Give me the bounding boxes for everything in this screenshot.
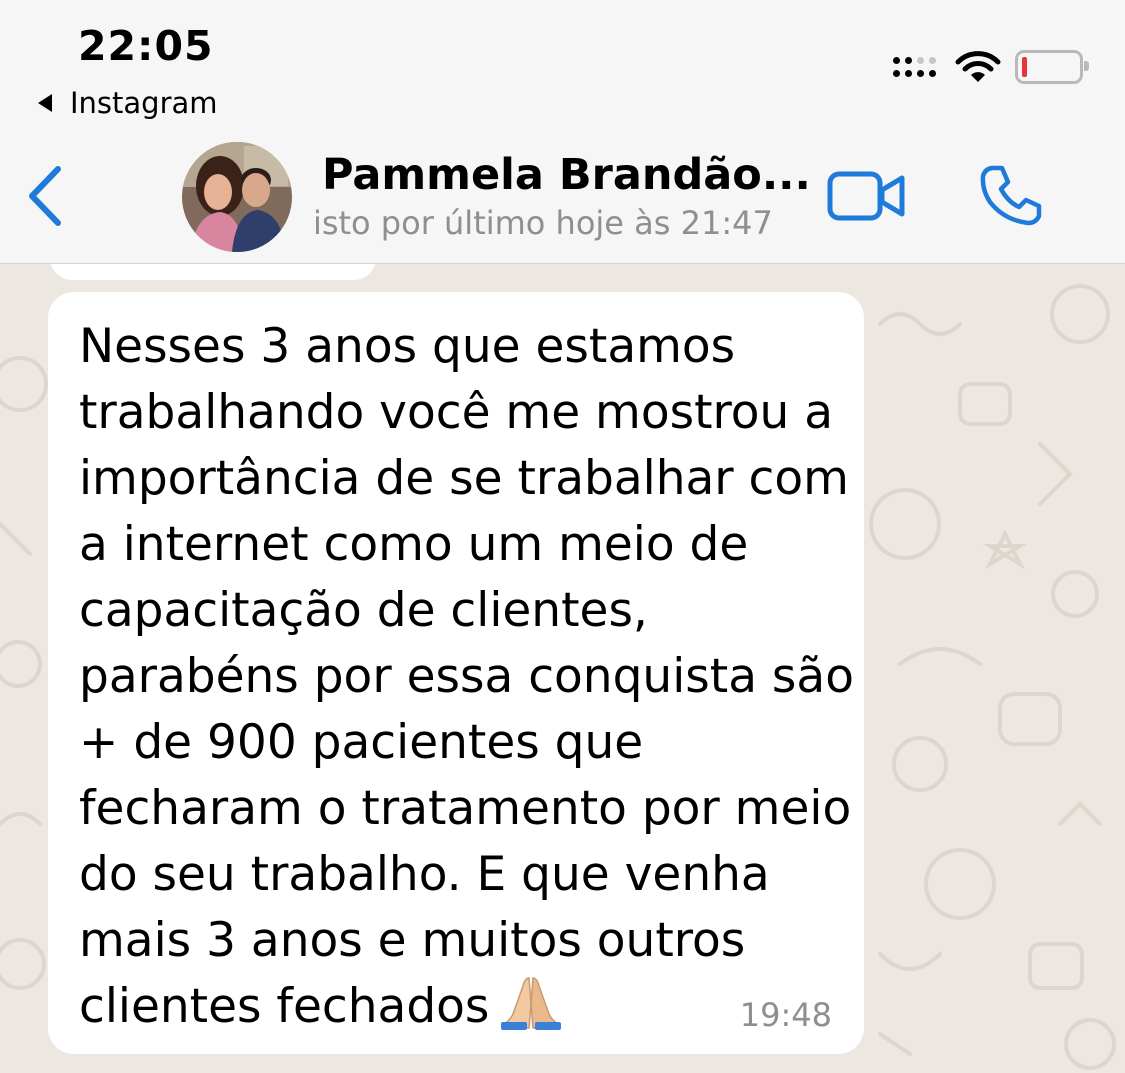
wifi-icon <box>955 51 1001 82</box>
phone-icon[interactable] <box>978 162 1044 228</box>
message-line: fecharam o tratamento por meio <box>79 781 852 836</box>
cellular-signal-icon <box>893 56 937 78</box>
message-line: do seu trabalho. E que venha <box>79 847 770 902</box>
message-line: mais 3 anos e muitos outros <box>79 913 746 968</box>
video-camera-icon[interactable] <box>826 168 908 224</box>
previous-message-bubble <box>50 264 376 280</box>
contact-avatar[interactable] <box>182 142 292 252</box>
message-timestamp: 19:48 <box>739 996 832 1034</box>
message-line: importância de se trabalhar com <box>79 451 849 506</box>
battery-icon <box>1015 50 1089 84</box>
back-triangle-icon <box>38 94 52 112</box>
folded-hands-icon <box>501 977 562 1030</box>
message-line: + de 900 pacientes que <box>79 715 644 770</box>
message-line: capacitação de clientes, <box>79 583 648 638</box>
message-bubble[interactable]: Nesses 3 anos que estamos trabalhando vo… <box>48 292 864 1054</box>
status-time: 22:05 <box>78 22 214 70</box>
back-app-label: Instagram <box>70 86 218 120</box>
status-icons <box>893 50 1089 84</box>
back-to-app-link[interactable]: Instagram <box>38 86 218 120</box>
message-line: trabalhando você me mostrou a <box>79 385 834 440</box>
message-line: a internet como um meio de <box>79 517 749 572</box>
last-seen-status: visto por último hoje às 21:47 <box>316 204 773 242</box>
message-line-last: clientes fechados <box>79 974 849 1040</box>
message-line: Nesses 3 anos que estamos <box>79 319 736 374</box>
top-bar: 22:05 Instagram Pammela Brandão... visto… <box>0 0 1125 264</box>
chat-area[interactable]: Nesses 3 anos que estamos trabalhando vo… <box>0 264 1125 1073</box>
message-line: parabéns por essa conquista são <box>79 649 854 704</box>
message-text: Nesses 3 anos que estamos trabalhando vo… <box>79 314 854 1040</box>
contact-name[interactable]: Pammela Brandão... <box>322 150 811 200</box>
chevron-left-icon[interactable] <box>22 163 66 229</box>
